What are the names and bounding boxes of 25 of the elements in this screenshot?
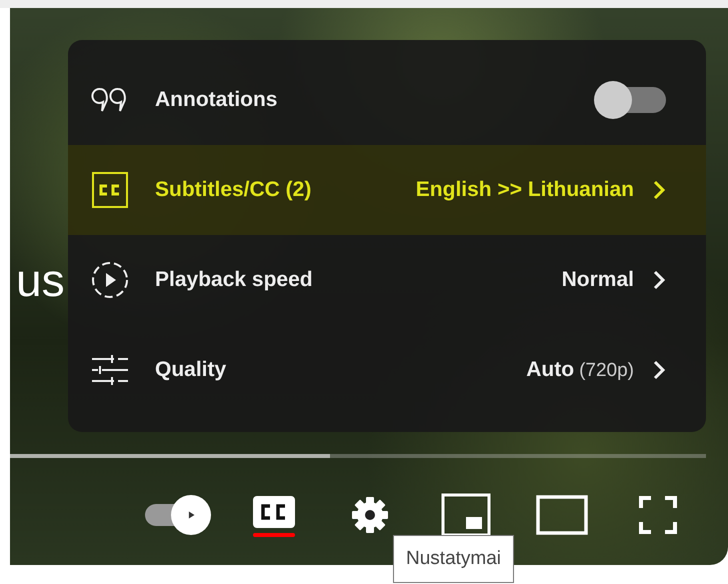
menu-value: Normal	[562, 268, 634, 292]
menu-item[interactable]: Subtitles/CC (2) English >> Lithuanian	[68, 145, 706, 235]
menu-value: English >> Lithuanian	[416, 178, 634, 202]
menu-label: Annotations	[155, 88, 278, 112]
autoplay-switch[interactable]	[145, 495, 211, 535]
menu-item[interactable]: Quality Auto (720p)	[68, 325, 706, 415]
chevron-right-icon	[652, 179, 666, 201]
tooltip: Nustatymai	[393, 535, 514, 583]
fullscreen-icon[interactable]	[638, 495, 678, 535]
chevron-right-icon	[652, 359, 666, 381]
chevron-right-icon	[652, 269, 666, 291]
subtitle-caption: us	[16, 253, 65, 308]
menu-label: Quality	[155, 358, 226, 382]
play-circle-icon	[90, 260, 130, 300]
progress-bar[interactable]	[10, 454, 706, 458]
menu-label: Playback speed	[155, 268, 313, 292]
miniplayer-icon[interactable]	[441, 493, 491, 537]
settings-icon[interactable]	[350, 495, 390, 535]
menu-value: Auto (720p)	[526, 358, 634, 382]
theater-mode-icon[interactable]	[536, 495, 588, 535]
menu-item[interactable]: Annotations	[68, 55, 706, 145]
closed-captions-icon	[90, 170, 130, 210]
menu-label: Subtitles/CC (2)	[155, 178, 312, 202]
annotations-toggle[interactable]	[594, 81, 666, 119]
menu-item[interactable]: Playback speed Normal	[68, 235, 706, 325]
